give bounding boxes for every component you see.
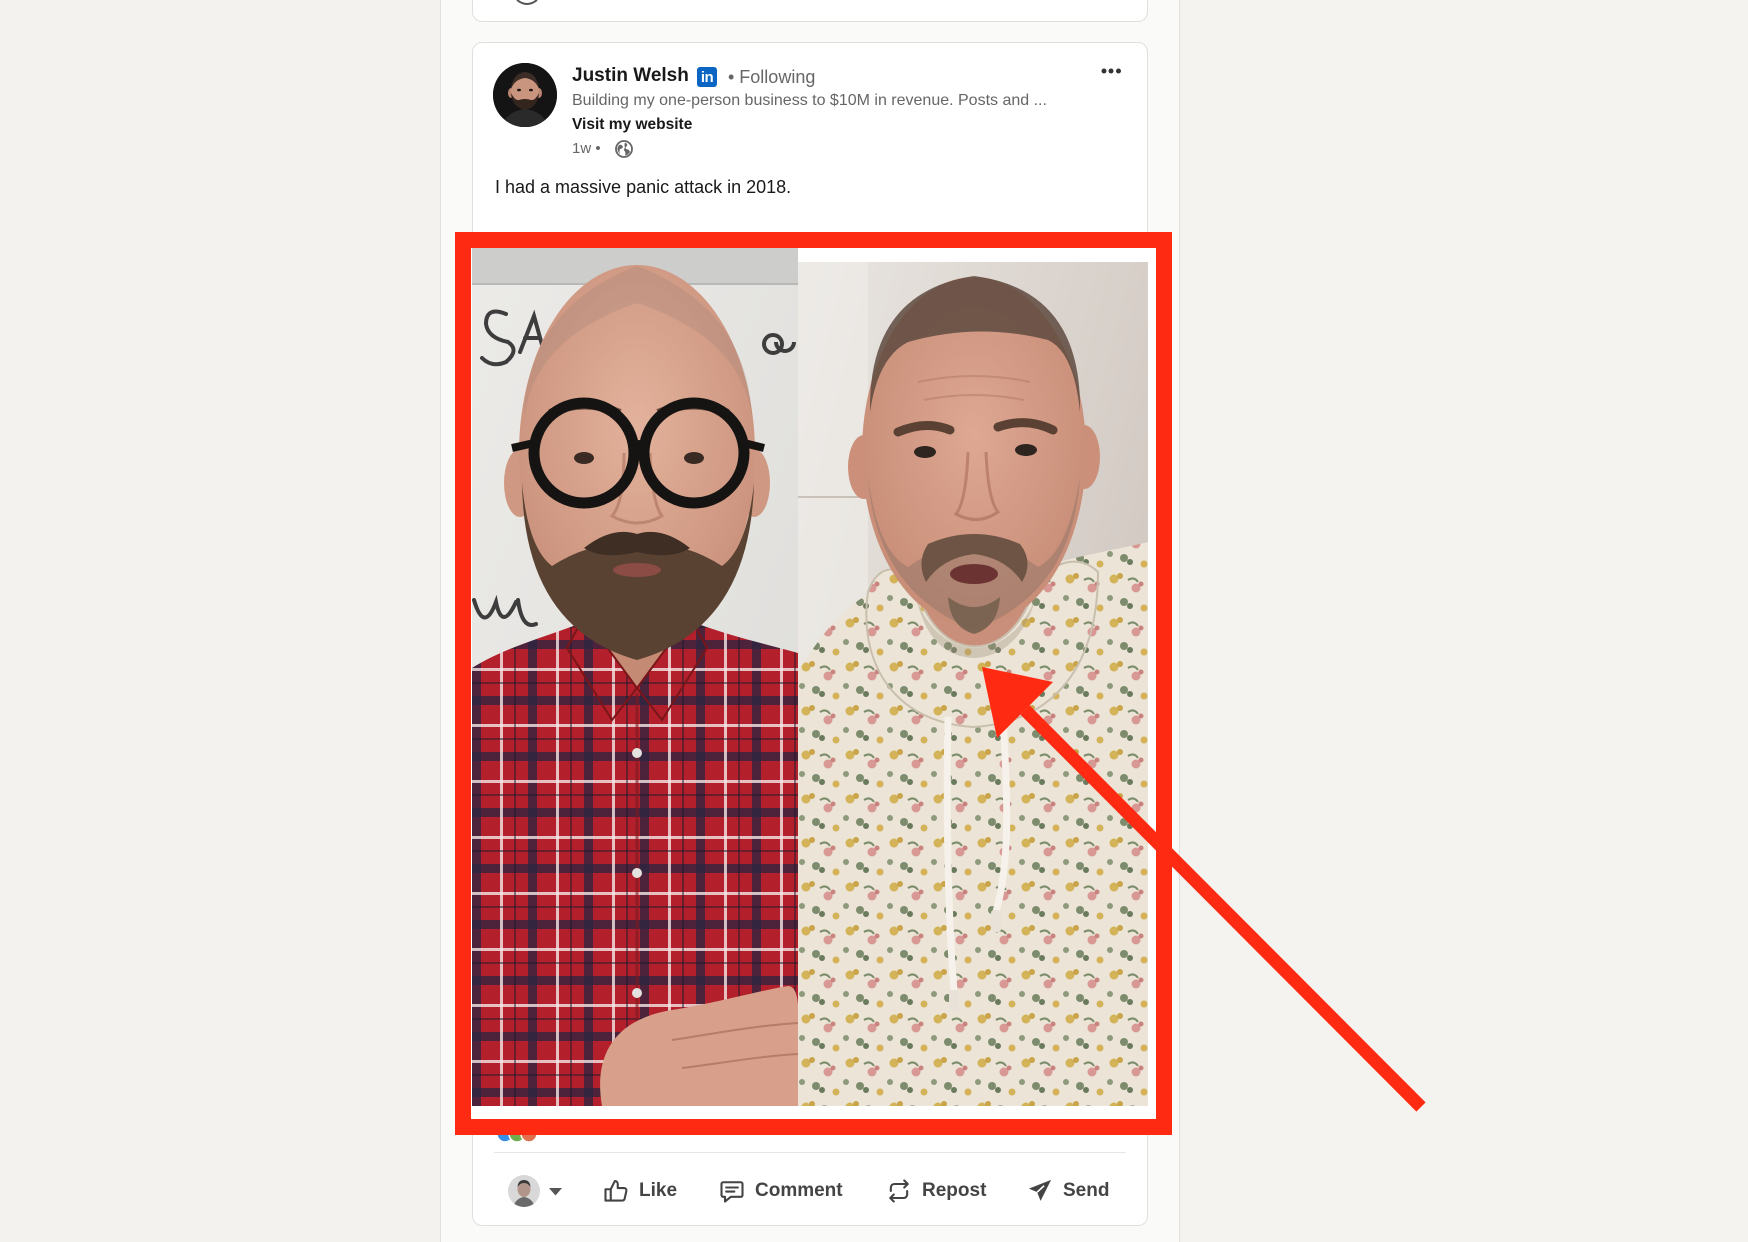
comment-icon [720, 1181, 744, 1203]
like-button[interactable]: Like [602, 1175, 677, 1207]
comment-label: Comment [755, 1180, 843, 1201]
annotation-highlight-box [455, 232, 1172, 1135]
like-label: Like [639, 1180, 678, 1201]
author-photo [493, 63, 557, 127]
post-timestamp: 1w • [572, 140, 601, 157]
post-text: I had a massive panic attack in 2018. [495, 177, 792, 197]
partial-icon [516, 0, 538, 5]
send-button[interactable]: Send [1026, 1175, 1109, 1207]
visit-website-link[interactable]: Visit my website [572, 114, 692, 136]
globe-icon [615, 140, 633, 158]
photo-after-image [798, 262, 1148, 1106]
author-avatar[interactable] [493, 63, 557, 127]
comment-button[interactable]: Comment [718, 1175, 843, 1207]
previous-post-card [472, 0, 1148, 22]
thumbs-up-icon [604, 1180, 628, 1202]
page-background-right [1180, 0, 1748, 1242]
avatar-icon[interactable] [508, 1175, 540, 1207]
author-name[interactable]: Justin Welsh [572, 64, 689, 88]
repost-icon [889, 1179, 909, 1203]
identity-photo [508, 1175, 540, 1207]
more-icon[interactable] [1097, 59, 1127, 83]
send-label: Send [1063, 1180, 1110, 1201]
repost-label: Repost [922, 1180, 987, 1201]
send-icon [1028, 1179, 1052, 1201]
author-headline: Building my one-person business to $10M … [572, 92, 1047, 109]
linkedin-badge-text: in [700, 69, 714, 86]
photo-before-image [472, 248, 798, 1106]
caret-down-icon[interactable] [549, 1188, 562, 1196]
media-photo-after[interactable] [798, 262, 1148, 1106]
linkedin-icon: in [697, 67, 717, 87]
media-photo-before[interactable] [472, 248, 798, 1106]
repost-button[interactable]: Repost [885, 1175, 986, 1207]
action-bar-divider [494, 1152, 1126, 1153]
following-status: • Following [728, 67, 816, 87]
